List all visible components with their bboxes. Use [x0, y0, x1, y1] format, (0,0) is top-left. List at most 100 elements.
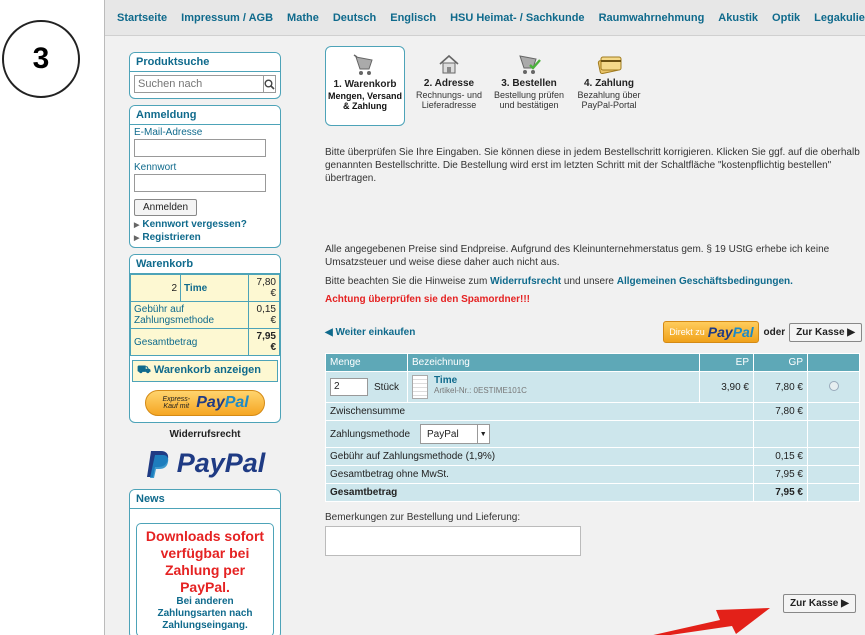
login-button[interactable]: Anmelden [134, 199, 198, 216]
payment-method-label: Zahlungsmethode [330, 428, 411, 440]
checkout-button-bottom[interactable]: Zur Kasse ▶ [783, 594, 856, 613]
product-name[interactable]: Time [434, 375, 527, 386]
withdrawal-link[interactable]: Widerrufsrecht [129, 429, 281, 440]
paypal-logo: PayPal [196, 394, 249, 411]
terms-link[interactable]: Allgemeinen Geschäftsbedingungen. [617, 276, 793, 287]
paypal-express-button[interactable]: Express-Kauf mit PayPal [145, 390, 265, 416]
fee-value: 0,15 € [753, 447, 808, 466]
table-row: Gesamtbetrag ohne MwSt. 7,95 € [325, 465, 860, 484]
direct-paypal-button[interactable]: Direkt zu PayPal [663, 321, 760, 343]
forgot-password-label: Kennwort vergessen? [142, 219, 247, 230]
main-content: 1. Warenkorb Mengen, Versand & Zahlung 2… [325, 46, 862, 556]
chevron-down-icon: ▼ [476, 425, 489, 443]
shop-page: Startseite Impressum / AGB Mathe Deutsch… [104, 0, 865, 635]
login-box: Anmeldung E-Mail-Adresse Kennwort Anmeld… [129, 105, 281, 248]
login-title: Anmeldung [130, 106, 280, 125]
withdrawal-link[interactable]: Widerrufsrecht [490, 276, 561, 287]
cart-box: Warenkorb 2 Time 7,80 € Gebühr auf Zahlu… [129, 254, 281, 423]
cart-item-name[interactable]: Time [180, 274, 249, 302]
triangle-left-icon: ◀ [325, 326, 336, 338]
checkout-button-top[interactable]: Zur Kasse ▶ [789, 322, 862, 342]
spam-warning: Achtung überprüfen sie den Spamordner!!! [325, 294, 531, 305]
paypal-p-icon [146, 450, 168, 478]
table-row: Gesamtbetrag 7,95 € [130, 328, 280, 356]
remarks-textarea[interactable] [325, 526, 581, 556]
play-icon: ▶ [847, 326, 855, 338]
net-total-value: 7,95 € [753, 465, 808, 484]
cart-icon [353, 54, 373, 75]
step-address[interactable]: 2. Adresse Rechnungs- und Lieferadresse [409, 46, 489, 110]
direct-paypal-label: Direkt zu [669, 327, 705, 337]
intro-text: Bitte überprüfen Sie Ihre Eingaben. Sie … [325, 147, 860, 184]
grand-total-value: 7,95 € [753, 483, 808, 502]
step-title: 4. Zahlung [584, 78, 634, 89]
nav-akustik[interactable]: Akustik [718, 12, 758, 24]
screenshot: 3 Startseite Impressum / AGB Mathe Deuts… [0, 0, 865, 635]
forgot-password-link[interactable]: ▶ Kennwort vergessen? [130, 218, 280, 231]
col-gp: GP [753, 353, 808, 372]
nav-startseite[interactable]: Startseite [117, 12, 167, 24]
table-row: Zahlungsmethode PayPal ▼ [325, 420, 860, 448]
cart-total-label: Gesamtbetrag [130, 328, 249, 356]
continue-shopping-link[interactable]: ◀ Weiter einkaufen [325, 327, 415, 338]
step-title: 3. Bestellen [501, 78, 557, 89]
sidebar: Produktsuche Anmeldung E-Mail-Adresse Ke… [129, 52, 281, 635]
nav-mathe[interactable]: Mathe [287, 12, 319, 24]
remove-item-icon[interactable] [828, 380, 839, 391]
register-link[interactable]: ▶ Registrieren [130, 231, 280, 244]
quantity-input[interactable]: 2 [330, 378, 368, 396]
line-total: 7,80 € [753, 371, 808, 403]
continue-shopping-label: Weiter einkaufen [335, 326, 416, 338]
email-field[interactable] [134, 139, 266, 157]
unit-price: 3,90 € [699, 371, 754, 403]
step-desc: Mengen, Versand & Zahlung [327, 91, 403, 111]
cart-actions: ◀ Weiter einkaufen Direkt zu PayPal oder… [325, 321, 862, 343]
table-row: Zwischensumme 7,80 € [325, 402, 860, 421]
triangle-right-icon: ▶ [134, 235, 140, 242]
col-name: Bezeichnung [407, 353, 700, 372]
remarks-label: Bemerkungen zur Bestellung und Lieferung… [325, 512, 521, 523]
step-desc: Bezahlung über PayPal-Portal [577, 90, 641, 110]
house-icon [439, 54, 459, 74]
nav-optik[interactable]: Optik [772, 12, 800, 24]
password-field[interactable] [134, 174, 266, 192]
nav-englisch[interactable]: Englisch [390, 12, 436, 24]
col-ep: EP [699, 353, 754, 372]
product-thumbnail[interactable] [412, 375, 428, 399]
col-qty: Menge [325, 353, 408, 372]
nav-hsu[interactable]: HSU Heimat- / Sachkunde [450, 12, 584, 24]
step-payment[interactable]: 4. Zahlung Bezahlung über PayPal-Portal [569, 46, 649, 110]
search-input[interactable] [134, 75, 264, 93]
step-number: 3 [32, 42, 50, 75]
step-order[interactable]: 3. Bestellen Bestellung prüfen und bestä… [489, 46, 569, 110]
table-header-row: Menge Bezeichnung EP GP [325, 353, 860, 372]
nav-legakulie[interactable]: Legakulie [814, 12, 865, 24]
step-desc: Rechnungs- und Lieferadresse [415, 90, 483, 110]
step-cart[interactable]: 1. Warenkorb Mengen, Versand & Zahlung [325, 46, 405, 126]
play-icon: ▶ [841, 598, 849, 609]
table-row: Gesamtbetrag 7,95 € [325, 483, 860, 502]
order-table: Menge Bezeichnung EP GP 2 Stück Time Artik… [325, 353, 860, 502]
table-row: 2 Stück Time Artikel-Nr.: 0ESTIME101C 3,90… [325, 371, 860, 403]
password-label: Kennwort [134, 162, 177, 173]
fee-label: Gebühr auf Zahlungsmethode (1,9%) [325, 447, 754, 466]
nav-raumwahrnehmung[interactable]: Raumwahrnehmung [599, 12, 705, 24]
col-actions [807, 353, 860, 372]
show-cart-button[interactable]: ⛟ Warenkorb anzeigen [132, 360, 278, 382]
cart-fee-value: 0,15 € [247, 301, 280, 329]
checkout-steps: 1. Warenkorb Mengen, Versand & Zahlung 2… [325, 46, 862, 132]
cart-item-price: 7,80 € [247, 274, 280, 302]
cart-check-icon [519, 55, 541, 74]
top-navigation: Startseite Impressum / AGB Mathe Deutsch… [105, 0, 865, 36]
search-button[interactable] [264, 75, 276, 93]
nav-impressum[interactable]: Impressum / AGB [181, 12, 273, 24]
email-label: E-Mail-Adresse [134, 127, 203, 138]
cart-fee-label: Gebühr auf Zahlungsmethode [130, 301, 249, 329]
subtotal-value: 7,80 € [753, 402, 808, 421]
nav-deutsch[interactable]: Deutsch [333, 12, 376, 24]
or-label: oder [763, 326, 786, 338]
net-total-label: Gesamtbetrag ohne MwSt. [325, 465, 754, 484]
table-row: 2 Time 7,80 € [130, 274, 280, 302]
news-box: News Downloads sofort verfügbar bei Zahl… [129, 489, 281, 635]
payment-method-select[interactable]: PayPal ▼ [420, 424, 490, 444]
